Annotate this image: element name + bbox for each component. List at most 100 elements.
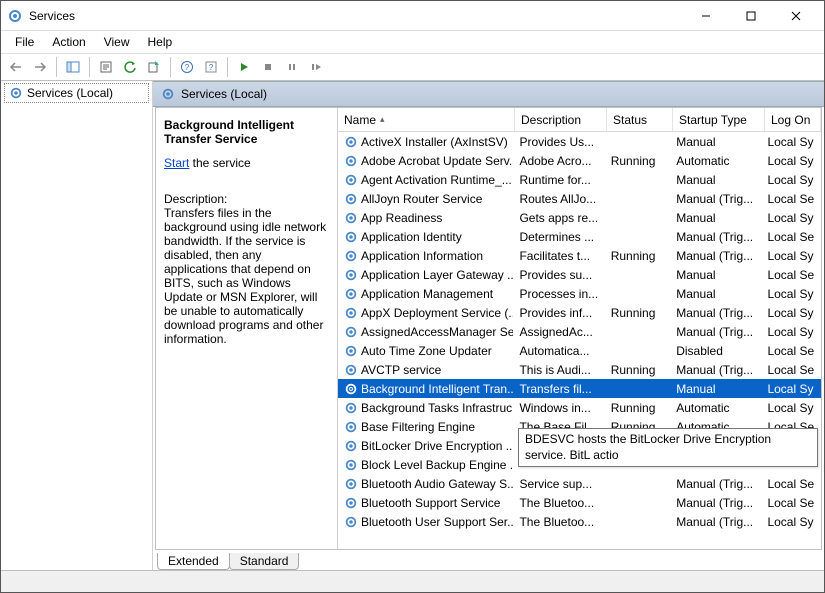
col-status[interactable]: Status xyxy=(607,108,673,131)
service-name: Background Tasks Infrastruc... xyxy=(361,401,513,415)
service-row[interactable]: Bluetooth User Support Ser...The Bluetoo… xyxy=(338,512,821,531)
gear-icon xyxy=(344,268,358,282)
service-startup: Manual (Trig... xyxy=(670,192,761,206)
service-row[interactable]: Auto Time Zone UpdaterAutomatica...Disab… xyxy=(338,341,821,360)
service-row[interactable]: Application InformationFacilitates t...R… xyxy=(338,246,821,265)
service-name: App Readiness xyxy=(361,211,442,225)
help2-button[interactable]: ? xyxy=(200,56,222,78)
svg-text:?: ? xyxy=(209,63,214,72)
start-service-line: Start the service xyxy=(164,156,327,170)
service-row[interactable]: AppX Deployment Service (...Provides inf… xyxy=(338,303,821,322)
service-startup: Manual xyxy=(670,268,761,282)
properties-button[interactable] xyxy=(95,56,117,78)
forward-button[interactable] xyxy=(29,56,51,78)
service-row[interactable]: Bluetooth Support ServiceThe Bluetoo...M… xyxy=(338,493,821,512)
menu-action[interactable]: Action xyxy=(44,33,93,51)
service-startup: Manual xyxy=(670,173,761,187)
service-name: Application Layer Gateway ... xyxy=(361,268,513,282)
service-startup: Manual xyxy=(670,211,761,225)
menu-help[interactable]: Help xyxy=(140,33,181,51)
service-startup: Manual xyxy=(670,135,761,149)
svg-text:?: ? xyxy=(185,63,190,72)
service-startup: Manual (Trig... xyxy=(670,477,761,491)
gear-icon xyxy=(344,496,358,510)
show-hide-tree-button[interactable] xyxy=(62,56,84,78)
result-pane-header: Services (Local) xyxy=(153,81,824,107)
service-desc: Automatica... xyxy=(513,344,604,358)
service-name: Bluetooth Support Service xyxy=(361,496,500,510)
service-logon: Local Sy xyxy=(761,211,821,225)
col-description[interactable]: Description xyxy=(515,108,607,131)
col-startup-type[interactable]: Startup Type xyxy=(673,108,765,131)
gear-icon xyxy=(344,344,358,358)
service-row[interactable]: Application IdentityDetermines ...Manual… xyxy=(338,227,821,246)
service-name: Base Filtering Engine xyxy=(361,420,475,434)
service-startup: Disabled xyxy=(670,344,761,358)
gear-icon xyxy=(344,249,358,263)
toolbar: ? ? xyxy=(1,53,824,81)
start-link[interactable]: Start xyxy=(164,156,189,170)
stop-service-button[interactable] xyxy=(257,56,279,78)
maximize-button[interactable] xyxy=(728,1,773,30)
service-startup: Manual (Trig... xyxy=(670,249,761,263)
pause-service-button[interactable] xyxy=(281,56,303,78)
gear-icon xyxy=(344,135,358,149)
service-startup: Manual (Trig... xyxy=(670,230,761,244)
service-row[interactable]: Agent Activation Runtime_...Runtime for.… xyxy=(338,170,821,189)
service-row[interactable]: Application Layer Gateway ...Provides su… xyxy=(338,265,821,284)
service-startup: Manual xyxy=(670,382,761,396)
toolbar-separator xyxy=(227,57,228,77)
service-row[interactable]: Application ManagementProcesses in...Man… xyxy=(338,284,821,303)
gear-icon xyxy=(9,86,23,100)
help-button[interactable]: ? xyxy=(176,56,198,78)
tab-extended[interactable]: Extended xyxy=(157,553,230,570)
service-logon: Local Se xyxy=(761,344,821,358)
service-name: Application Management xyxy=(361,287,493,301)
service-row[interactable]: Adobe Acrobat Update Serv...Adobe Acro..… xyxy=(338,151,821,170)
service-logon: Local Sy xyxy=(761,154,821,168)
window-title: Services xyxy=(29,9,683,23)
service-row[interactable]: App Readiness Gets apps re... ManualLocal … xyxy=(338,208,821,227)
service-logon: Local Sy xyxy=(761,306,821,320)
service-row[interactable]: AllJoyn Router ServiceRoutes AllJo...Man… xyxy=(338,189,821,208)
start-service-button[interactable] xyxy=(233,56,255,78)
service-desc: Provides su... xyxy=(513,268,604,282)
col-log-on[interactable]: Log On xyxy=(765,108,821,131)
restart-service-button[interactable] xyxy=(305,56,327,78)
col-name[interactable]: Name▴ xyxy=(338,108,515,131)
service-row[interactable]: Background Intelligent Tran...Transfers … xyxy=(338,379,821,398)
service-desc: Gets apps re... xyxy=(513,211,604,225)
gear-icon xyxy=(344,306,358,320)
service-startup: Manual (Trig... xyxy=(670,515,761,529)
tab-standard[interactable]: Standard xyxy=(229,553,300,570)
service-desc: Provides Us... xyxy=(513,135,604,149)
service-rows[interactable]: ActiveX Installer (AxInstSV)Provides Us.… xyxy=(338,132,821,549)
gear-icon xyxy=(344,325,358,339)
service-row[interactable]: AssignedAccessManager Se...AssignedAc...… xyxy=(338,322,821,341)
service-row[interactable]: AVCTP serviceThis is Audi...RunningManua… xyxy=(338,360,821,379)
service-logon: Local Sy xyxy=(761,382,821,396)
service-logon: Local Se xyxy=(761,230,821,244)
menu-view[interactable]: View xyxy=(96,33,138,51)
description-label: Description: xyxy=(164,192,327,206)
service-row[interactable]: ActiveX Installer (AxInstSV)Provides Us.… xyxy=(338,132,821,151)
service-desc: Windows in... xyxy=(513,401,604,415)
service-name: AllJoyn Router Service xyxy=(361,192,482,206)
tree-node-services-local[interactable]: Services (Local) xyxy=(4,83,149,103)
menu-file[interactable]: File xyxy=(7,33,42,51)
export-button[interactable] xyxy=(143,56,165,78)
service-name: Background Intelligent Tran... xyxy=(361,382,513,396)
refresh-button[interactable] xyxy=(119,56,141,78)
detail-pane: Background Intelligent Transfer Service … xyxy=(156,108,338,549)
service-startup: Automatic xyxy=(670,401,761,415)
window-controls xyxy=(683,1,818,30)
service-row[interactable]: Bluetooth Audio Gateway S...Service sup.… xyxy=(338,474,821,493)
service-desc: Service sup... xyxy=(513,477,604,491)
service-desc: Runtime for... xyxy=(513,173,604,187)
minimize-button[interactable] xyxy=(683,1,728,30)
service-row[interactable]: Background Tasks Infrastruc...Windows in… xyxy=(338,398,821,417)
service-startup: Automatic xyxy=(670,154,761,168)
close-button[interactable] xyxy=(773,1,818,30)
sort-ascending-icon: ▴ xyxy=(380,114,385,125)
back-button[interactable] xyxy=(5,56,27,78)
